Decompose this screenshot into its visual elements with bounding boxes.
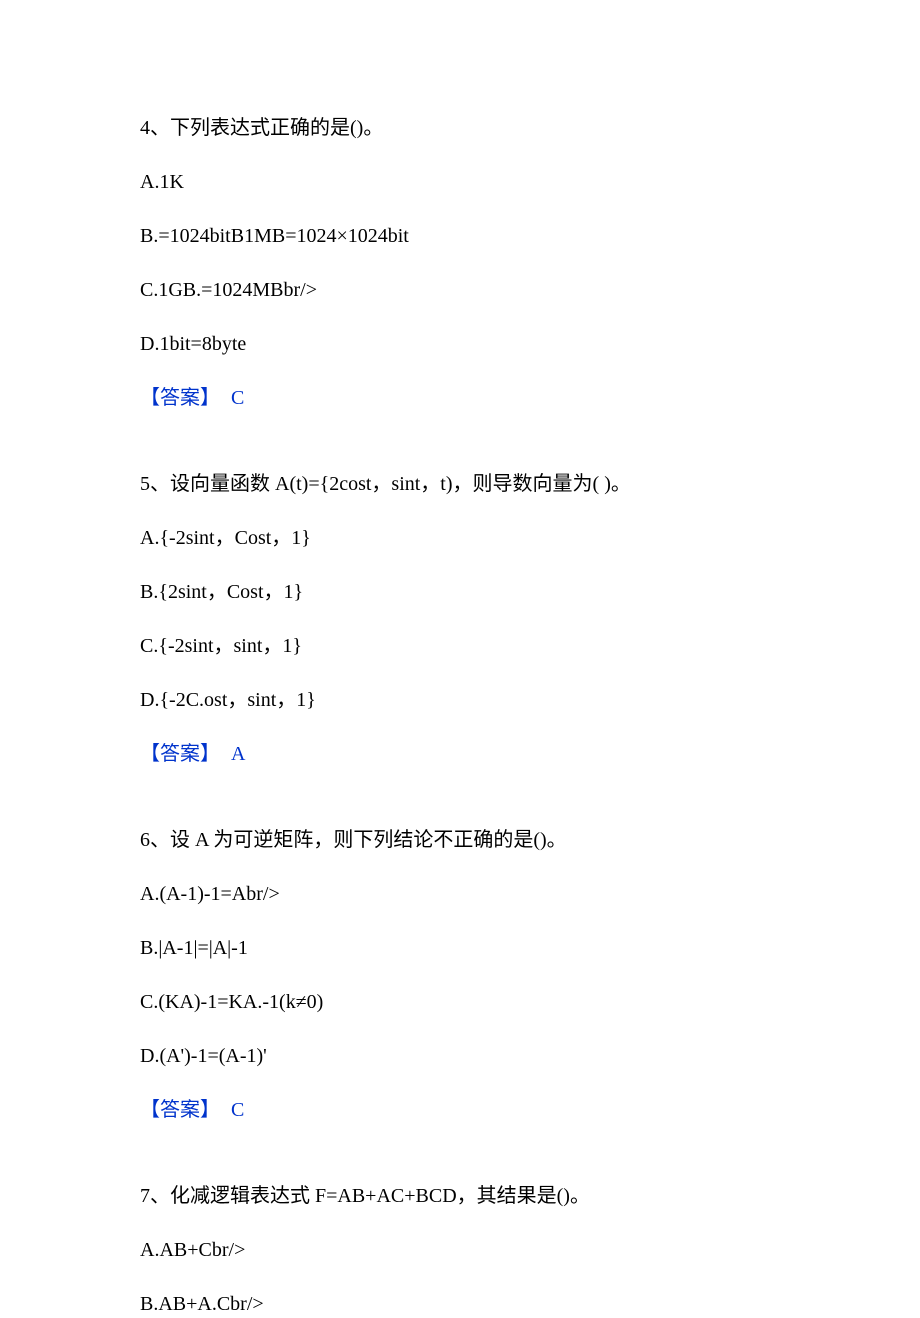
option-c: C.1GB.=1024MBbr/> <box>140 276 780 304</box>
question-block: 5、设向量函数 A(t)={2cost，sint，t)，则导数向量为( )。 A… <box>140 470 780 768</box>
question-stem: 7、化减逻辑表达式 F=AB+AC+BCD，其结果是()。 <box>140 1182 780 1210</box>
option-a: A.1K <box>140 168 780 196</box>
answer-line: 【答案】 A <box>140 740 780 768</box>
option-b: B.=1024bitB1MB=1024×1024bit <box>140 222 780 250</box>
option-b: B.AB+A.Cbr/> <box>140 1290 780 1318</box>
answer-value: C <box>231 1099 244 1121</box>
option-a: A.(A-1)-1=Abr/> <box>140 880 780 908</box>
question-stem: 4、下列表达式正确的是()。 <box>140 114 780 142</box>
question-block: 7、化减逻辑表达式 F=AB+AC+BCD，其结果是()。 A.AB+Cbr/>… <box>140 1182 780 1318</box>
question-block: 6、设 A 为可逆矩阵，则下列结论不正确的是()。 A.(A-1)-1=Abr/… <box>140 826 780 1124</box>
option-b: B.|A-1|=|A|-1 <box>140 934 780 962</box>
question-stem: 6、设 A 为可逆矩阵，则下列结论不正确的是()。 <box>140 826 780 854</box>
option-a: A.{-2sint，Cost，1} <box>140 524 780 552</box>
option-d: D.{-2C.ost，sint，1} <box>140 686 780 714</box>
answer-label: 【答案】 <box>140 743 220 765</box>
answer-label: 【答案】 <box>140 387 220 409</box>
option-d: D.1bit=8byte <box>140 330 780 358</box>
exam-page: 4、下列表达式正确的是()。 A.1K B.=1024bitB1MB=1024×… <box>0 0 920 1302</box>
option-b: B.{2sint，Cost，1} <box>140 578 780 606</box>
question-stem: 5、设向量函数 A(t)={2cost，sint，t)，则导数向量为( )。 <box>140 470 780 498</box>
answer-value: C <box>231 387 244 409</box>
option-c: C.(KA)-1=KA.-1(k≠0) <box>140 988 780 1016</box>
option-c: C.{-2sint，sint，1} <box>140 632 780 660</box>
option-d: D.(A')-1=(A-1)' <box>140 1042 780 1070</box>
option-a: A.AB+Cbr/> <box>140 1236 780 1264</box>
answer-value: A <box>231 743 245 765</box>
answer-line: 【答案】 C <box>140 1096 780 1124</box>
question-block: 4、下列表达式正确的是()。 A.1K B.=1024bitB1MB=1024×… <box>140 114 780 412</box>
answer-line: 【答案】 C <box>140 384 780 412</box>
answer-label: 【答案】 <box>140 1099 220 1121</box>
